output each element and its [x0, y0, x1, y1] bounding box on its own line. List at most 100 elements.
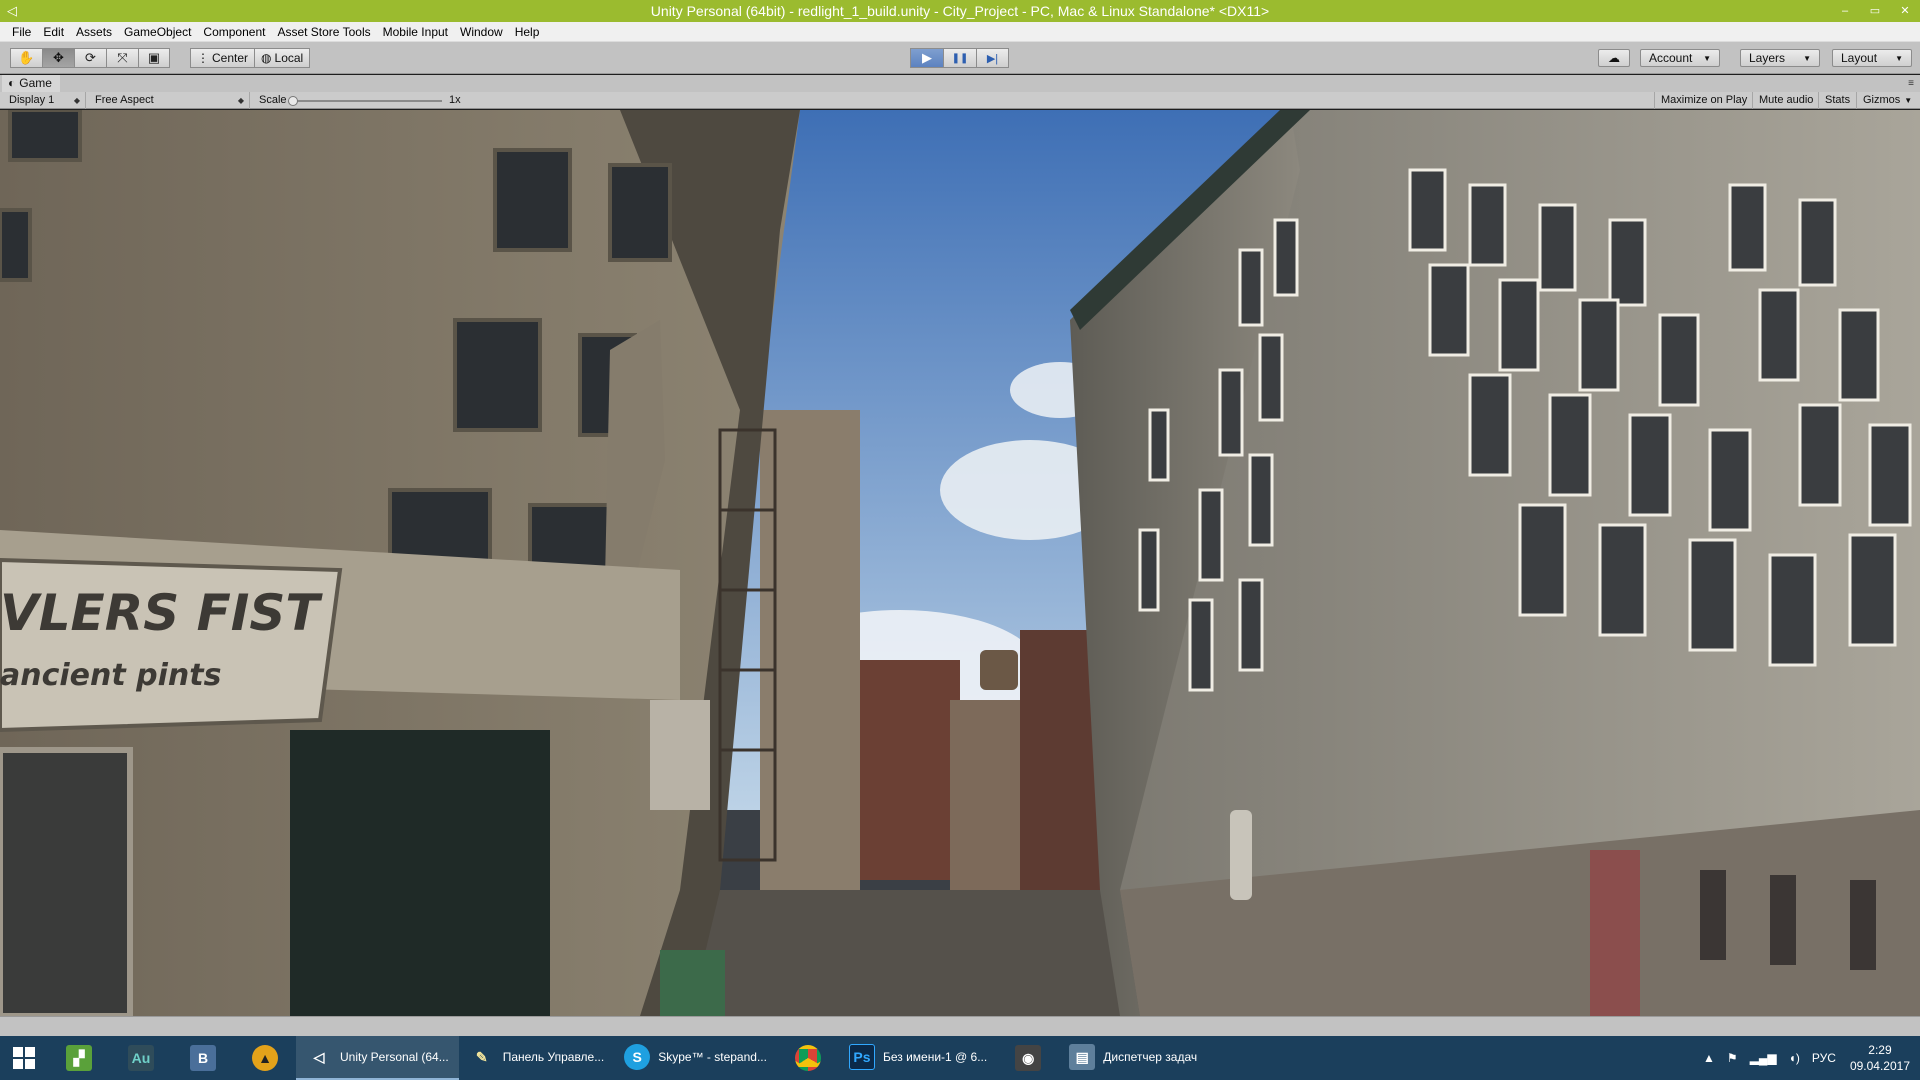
aspect-dropdown[interactable]: Free Aspect ◆: [90, 92, 250, 109]
base-window: [1700, 870, 1726, 960]
windows-logo-icon: [13, 1047, 35, 1069]
play-button[interactable]: ▶: [910, 48, 943, 68]
menu-help[interactable]: Help: [509, 22, 546, 42]
menu-gameobject[interactable]: GameObject: [118, 22, 197, 42]
scale-slider[interactable]: [292, 100, 442, 102]
gizmos-dropdown[interactable]: Gizmos ▼: [1856, 92, 1920, 109]
panel-menu-icon[interactable]: ≡: [1908, 75, 1914, 92]
menu-bar: File Edit Assets GameObject Component As…: [0, 22, 1920, 42]
taskbar-app-generic[interactable]: ◉: [997, 1036, 1059, 1080]
display-dropdown[interactable]: Display 1 ◆: [4, 92, 86, 109]
dropdown-arrow-icon: ◆: [73, 96, 80, 105]
pause-icon: ❚❚: [951, 52, 969, 64]
rect-tool-button[interactable]: ▣: [138, 48, 170, 68]
language-indicator[interactable]: РУС: [1806, 1051, 1842, 1065]
skype-icon: S: [624, 1044, 651, 1070]
scale-tool-icon: ⤧: [117, 50, 128, 65]
dropdown-arrow-icon: ▼: [1895, 53, 1903, 63]
menu-file[interactable]: File: [6, 22, 37, 42]
taskbar-chrome[interactable]: [777, 1036, 839, 1080]
start-button[interactable]: [0, 1036, 48, 1080]
chrome-icon: [794, 1045, 821, 1071]
tab-game[interactable]: ◐ Game: [2, 75, 60, 92]
taskbar-control-panel[interactable]: ✎ Панель Управле...: [459, 1036, 615, 1080]
city-scene-render: VLERS FIST ancient pints: [0, 110, 1920, 1016]
taskbar-aimp[interactable]: ▲: [234, 1036, 296, 1080]
game-view-toolbar: Display 1 ◆ Free Aspect ◆ Scale 1x Maximiz…: [0, 92, 1920, 109]
rotation-icon: ◍: [261, 51, 272, 65]
game-viewport[interactable]: VLERS FIST ancient pints: [0, 110, 1920, 1016]
mute-audio-toggle[interactable]: Mute audio: [1752, 92, 1819, 109]
taskbar-photoshop[interactable]: Ps Без имени-1 @ 6...: [839, 1036, 997, 1080]
step-icon: ▶|: [986, 52, 999, 65]
menu-assets[interactable]: Assets: [70, 22, 118, 42]
minimize-button[interactable]: –: [1830, 0, 1860, 22]
taskbar-audition[interactable]: Au: [110, 1036, 172, 1080]
layout-dropdown[interactable]: Layout ▼: [1832, 49, 1912, 67]
account-label: Account: [1649, 51, 1693, 65]
control-panel-icon: ✎: [475, 1048, 488, 1065]
action-center-icon[interactable]: ⚑: [1721, 1051, 1744, 1065]
layers-dropdown[interactable]: Layers ▼: [1740, 49, 1820, 67]
taskbar-skype-label: Skype™ - stepand...: [658, 1050, 767, 1064]
account-dropdown[interactable]: Account ▼: [1640, 49, 1720, 67]
taskbar-skype[interactable]: S Skype™ - stepand...: [614, 1036, 777, 1080]
menu-asset-store-tools[interactable]: Asset Store Tools: [271, 22, 376, 42]
aimp-icon: ▲: [252, 1045, 278, 1071]
app-icon: ◉: [1015, 1045, 1042, 1071]
clock-date: 09.04.2017: [1849, 1059, 1910, 1073]
store-window: [290, 730, 550, 1016]
hand-tool-button[interactable]: ✋: [10, 48, 42, 68]
menu-window[interactable]: Window: [454, 22, 509, 42]
gizmos-label: Gizmos: [1863, 94, 1901, 106]
network-icon[interactable]: ▂▄▆: [1744, 1051, 1783, 1065]
taskbar-vk[interactable]: B: [172, 1036, 234, 1080]
game-view-icon: ◐: [8, 76, 16, 90]
chart-app-icon: ▞: [66, 1045, 92, 1071]
windows-taskbar: ▞ Au B ▲ ◁ Unity Personal (64... ✎ Панель …: [0, 1036, 1920, 1080]
show-hidden-icons-icon[interactable]: ▲: [1697, 1051, 1721, 1065]
game-panel-header: ◐ Game ≡: [0, 75, 1920, 92]
pause-button[interactable]: ❚❚: [943, 48, 976, 68]
water-tower: [980, 650, 1018, 690]
collab-cloud-button[interactable]: ☁: [1598, 49, 1630, 67]
menu-mobile-input[interactable]: Mobile Input: [377, 22, 454, 42]
scale-tool-button[interactable]: ⤧: [106, 48, 138, 68]
stats-toggle[interactable]: Stats: [1818, 92, 1856, 109]
pivot-local-label: Local: [274, 51, 304, 65]
layers-label: Layers: [1749, 51, 1786, 65]
transform-tools: ✋ ✥ ⟳ ⤧ ▣: [10, 48, 170, 68]
scale-slider-thumb[interactable]: [288, 96, 298, 106]
step-button[interactable]: ▶|: [976, 48, 1009, 68]
pivot-center-button[interactable]: ⋮ Center: [190, 48, 256, 68]
system-tray: ▲ ⚑ ▂▄▆ ◖) РУС 2:29 09.04.2017: [1697, 1036, 1920, 1080]
display-label: Display 1: [9, 94, 55, 106]
audition-icon: Au: [128, 1045, 154, 1071]
close-button[interactable]: ✕: [1890, 0, 1920, 22]
play-icon: ▶: [922, 50, 932, 65]
move-tool-button[interactable]: ✥: [42, 48, 74, 68]
volume-icon[interactable]: ◖): [1783, 1051, 1806, 1065]
taskbar-chart-app[interactable]: ▞: [48, 1036, 110, 1080]
play-controls: ▶ ❚❚ ▶|: [910, 48, 1009, 68]
rotate-tool-icon: ⟳: [85, 50, 96, 65]
taskbar-unity[interactable]: ◁ Unity Personal (64...: [296, 1036, 459, 1080]
menu-edit[interactable]: Edit: [37, 22, 70, 42]
dropdown-arrow-icon: ▼: [1803, 53, 1811, 63]
dropdown-arrow-icon: ◆: [237, 96, 244, 105]
pivot-local-button[interactable]: ◍ Local: [255, 48, 311, 68]
status-bar: [0, 1016, 1920, 1036]
window-title: Unity Personal (64bit) - redlight_1_buil…: [650, 3, 1270, 19]
rotate-tool-button[interactable]: ⟳: [74, 48, 106, 68]
clock[interactable]: 2:29 09.04.2017: [1842, 1042, 1920, 1074]
pivot-controls: ⋮ Center ◍ Local: [190, 48, 311, 68]
cloud-icon: ☁: [1608, 51, 1620, 65]
maximize-on-play-toggle[interactable]: Maximize on Play: [1654, 92, 1753, 109]
maximize-button[interactable]: ▭: [1860, 0, 1890, 22]
main-toolbar: ✋ ✥ ⟳ ⤧ ▣ ⋮ Center ◍ Local ▶ ❚❚ ▶| ☁ Accou…: [0, 42, 1920, 74]
taskbar-task-manager[interactable]: ▤ Диспетчер задач: [1059, 1036, 1207, 1080]
window-title-bar[interactable]: ◁ Unity Personal (64bit) - redlight_1_bu…: [0, 0, 1920, 22]
base-window: [1850, 880, 1876, 970]
menu-component[interactable]: Component: [197, 22, 271, 42]
electrical-box: [650, 700, 710, 810]
